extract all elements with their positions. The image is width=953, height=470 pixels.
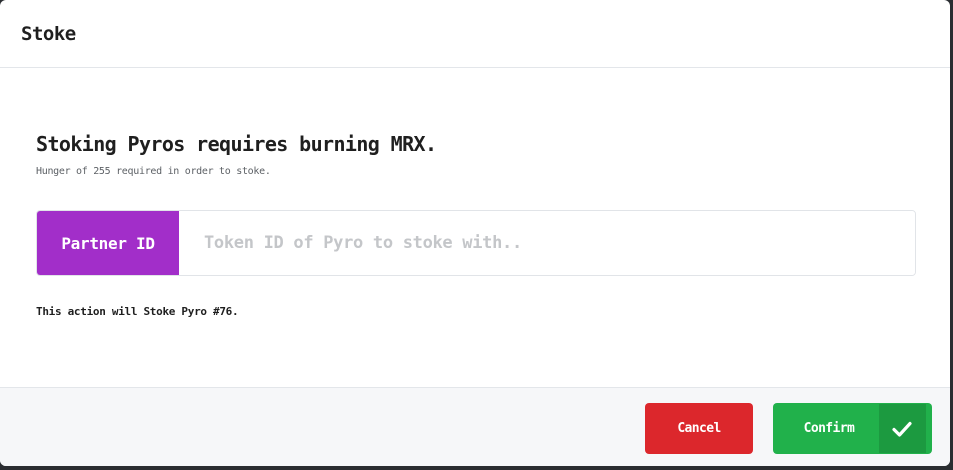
modal-header: Stoke bbox=[0, 0, 950, 68]
cancel-button-label: Cancel bbox=[677, 421, 721, 436]
partner-id-input-group: Partner ID bbox=[36, 210, 916, 276]
confirm-button[interactable]: Confirm bbox=[773, 403, 932, 454]
modal-heading: Stoking Pyros requires burning MRX. bbox=[36, 132, 437, 156]
modal-body: Stoking Pyros requires burning MRX. Hung… bbox=[0, 68, 950, 387]
confirm-button-label: Confirm bbox=[803, 421, 855, 436]
modal-title: Stoke bbox=[21, 22, 76, 45]
modal-footer: Cancel Confirm bbox=[0, 387, 950, 466]
partner-id-addon: Partner ID bbox=[37, 211, 179, 275]
cancel-button[interactable]: Cancel bbox=[645, 403, 753, 454]
action-notice: This action will Stoke Pyro #76. bbox=[36, 305, 239, 318]
stoke-modal: Stoke Stoking Pyros requires burning MRX… bbox=[0, 0, 950, 466]
check-icon bbox=[878, 404, 926, 453]
hunger-requirement-text: Hunger of 255 required in order to stoke… bbox=[36, 166, 271, 177]
partner-id-input[interactable] bbox=[179, 211, 915, 275]
